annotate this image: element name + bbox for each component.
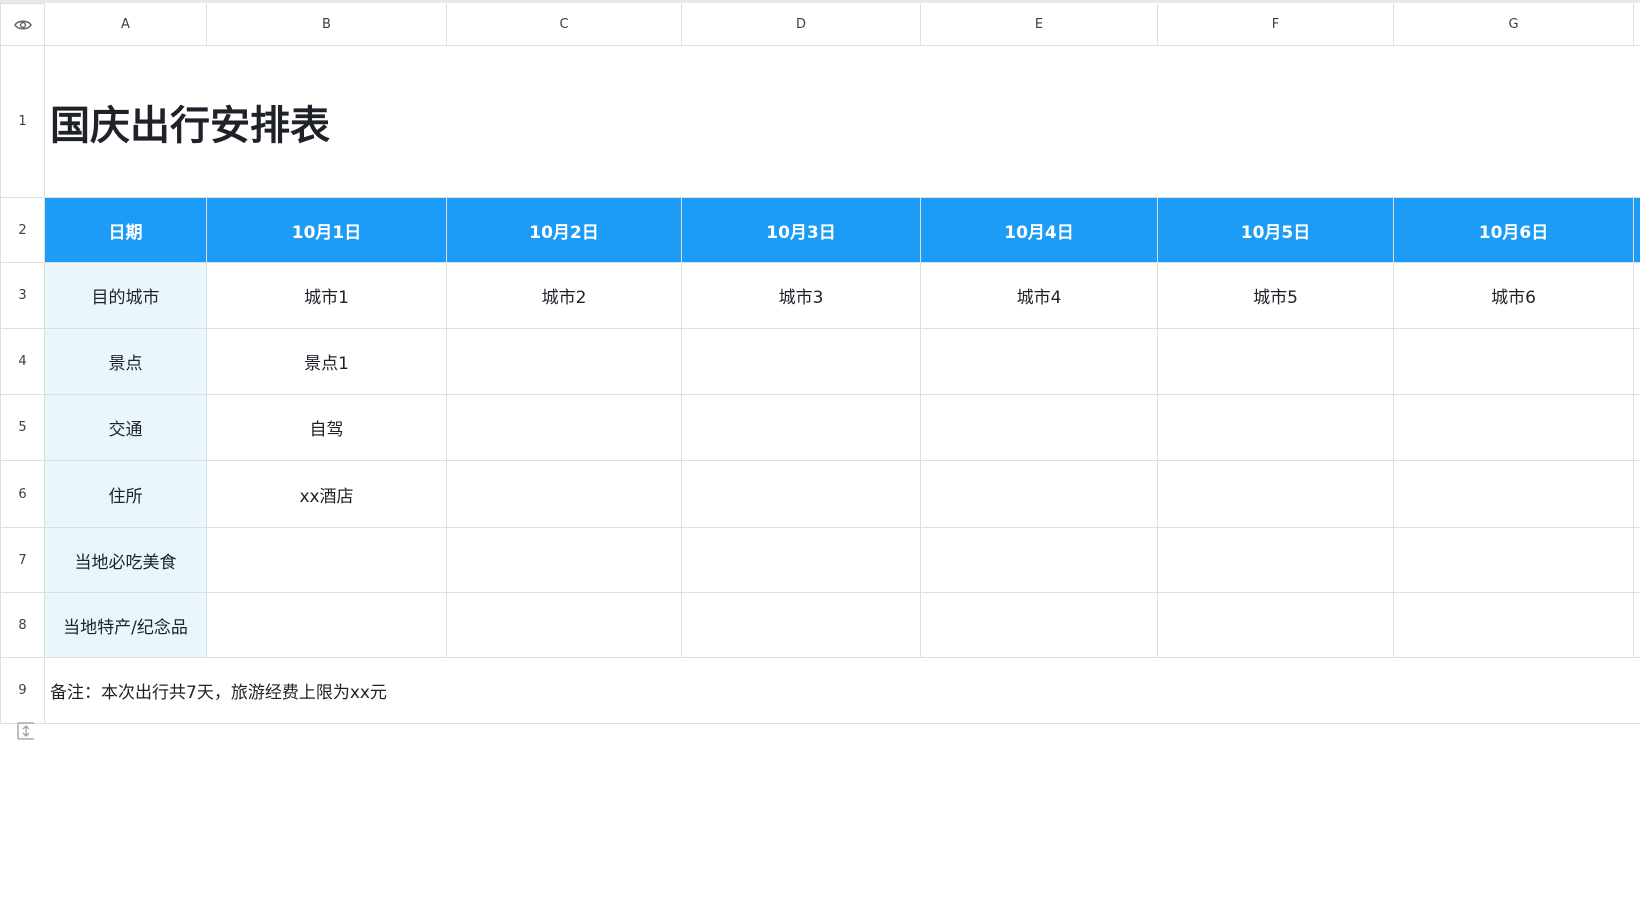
column-header-h-partial[interactable] [1633,3,1640,46]
sheet-grid: A B C D E F G 1 国庆出行安排表 2 日期 10月1日 10月2日… [0,3,1640,724]
column-header-d[interactable]: D [681,3,921,46]
cell-e8[interactable] [920,592,1158,658]
cell-e3[interactable]: 城市4 [920,262,1158,329]
label-cell-local-food[interactable]: 当地必吃美食 [44,527,207,593]
cell-b3[interactable]: 城市1 [206,262,447,329]
cell-h7-partial[interactable] [1633,527,1640,593]
label-cell-transport[interactable]: 交通 [44,394,207,461]
cell-b8[interactable] [206,592,447,658]
cell-c3[interactable]: 城市2 [446,262,682,329]
cell-g5[interactable] [1393,394,1634,461]
row-header-5[interactable]: 5 [0,394,45,461]
cell-b7[interactable] [206,527,447,593]
header-cell-oct4[interactable]: 10月4日 [920,197,1158,263]
cell-d3[interactable]: 城市3 [681,262,921,329]
header-cell-date[interactable]: 日期 [44,197,207,263]
cell-g3[interactable]: 城市6 [1393,262,1634,329]
cell-h6-partial[interactable] [1633,460,1640,528]
cell-h4-partial[interactable] [1633,328,1640,395]
cell-e7[interactable] [920,527,1158,593]
column-header-g[interactable]: G [1393,3,1634,46]
header-cell-oct2[interactable]: 10月2日 [446,197,682,263]
header-cell-oct1[interactable]: 10月1日 [206,197,447,263]
sheet-title-cell[interactable]: 国庆出行安排表 [44,45,1640,198]
row-header-9[interactable]: 9 [0,657,45,724]
cell-g8[interactable] [1393,592,1634,658]
cell-f5[interactable] [1157,394,1394,461]
cell-d5[interactable] [681,394,921,461]
cell-d7[interactable] [681,527,921,593]
row-resize-icon[interactable] [16,722,36,740]
cell-c6[interactable] [446,460,682,528]
cell-d8[interactable] [681,592,921,658]
cell-b4[interactable]: 景点1 [206,328,447,395]
row-header-4[interactable]: 4 [0,328,45,395]
column-header-b[interactable]: B [206,3,447,46]
cell-e6[interactable] [920,460,1158,528]
cell-g7[interactable] [1393,527,1634,593]
cell-f7[interactable] [1157,527,1394,593]
label-cell-attraction[interactable]: 景点 [44,328,207,395]
cell-f3[interactable]: 城市5 [1157,262,1394,329]
row-header-1[interactable]: 1 [0,45,45,198]
cell-h3-partial[interactable] [1633,262,1640,329]
header-cell-oct6[interactable]: 10月6日 [1393,197,1634,263]
cell-e4[interactable] [920,328,1158,395]
note-cell[interactable]: 备注：本次出行共7天，旅游经费上限为xx元 [44,657,1640,724]
column-header-e[interactable]: E [920,3,1158,46]
label-cell-souvenirs[interactable]: 当地特产/纪念品 [44,592,207,658]
cell-c5[interactable] [446,394,682,461]
column-header-c[interactable]: C [446,3,682,46]
cell-d6[interactable] [681,460,921,528]
cell-f6[interactable] [1157,460,1394,528]
column-header-a[interactable]: A [44,3,207,46]
column-header-f[interactable]: F [1157,3,1394,46]
row-header-8[interactable]: 8 [0,592,45,658]
label-cell-city[interactable]: 目的城市 [44,262,207,329]
cell-h5-partial[interactable] [1633,394,1640,461]
cell-f8[interactable] [1157,592,1394,658]
row-header-2[interactable]: 2 [0,197,45,263]
cell-g4[interactable] [1393,328,1634,395]
cell-c7[interactable] [446,527,682,593]
cell-h8-partial[interactable] [1633,592,1640,658]
cell-c8[interactable] [446,592,682,658]
cell-b6[interactable]: xx酒店 [206,460,447,528]
cell-g6[interactable] [1393,460,1634,528]
cell-f4[interactable] [1157,328,1394,395]
cell-e5[interactable] [920,394,1158,461]
header-cell-oct5[interactable]: 10月5日 [1157,197,1394,263]
header-cell-oct3[interactable]: 10月3日 [681,197,921,263]
cell-b5[interactable]: 自驾 [206,394,447,461]
cell-d4[interactable] [681,328,921,395]
row-header-7[interactable]: 7 [0,527,45,593]
row-header-3[interactable]: 3 [0,262,45,329]
spreadsheet: A B C D E F G 1 国庆出行安排表 2 日期 10月1日 10月2日… [0,0,1640,912]
row-header-6[interactable]: 6 [0,460,45,528]
header-cell-partial[interactable] [1633,197,1640,263]
eye-icon[interactable] [0,3,45,46]
cell-c4[interactable] [446,328,682,395]
label-cell-lodging[interactable]: 住所 [44,460,207,528]
